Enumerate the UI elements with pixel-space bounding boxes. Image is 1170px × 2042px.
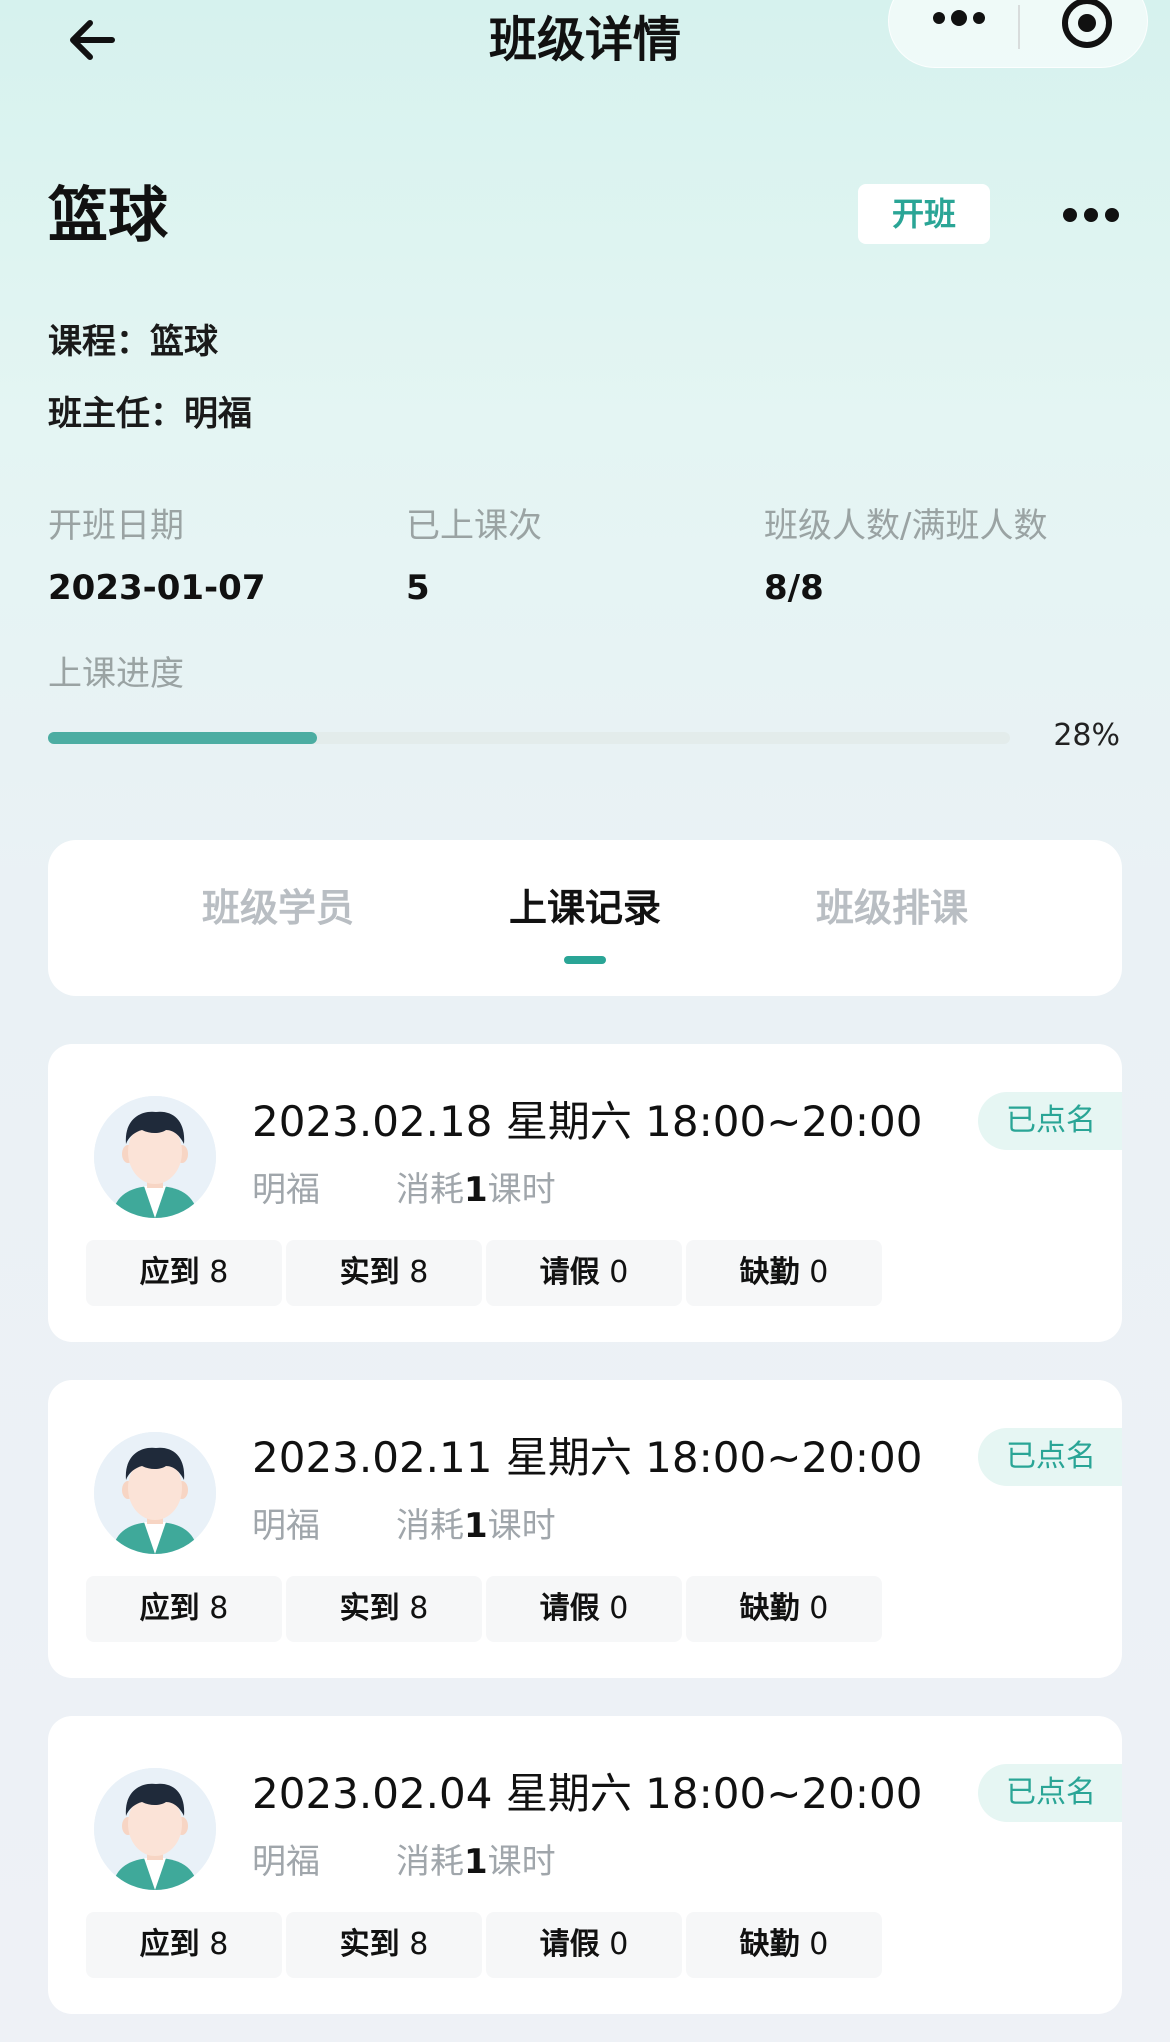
class-name: 篮球: [48, 181, 168, 251]
record-card[interactable]: 2023.02.11 星期六 18:00~20:00 明福 消耗1课时 已点名 …: [48, 1380, 1122, 1678]
open-class-button[interactable]: 开班: [858, 184, 990, 244]
attendance-value: 8: [209, 1591, 229, 1626]
consume-suffix: 课时: [487, 1842, 556, 1882]
attendance-value: 0: [809, 1927, 829, 1962]
record-datetime: 2023.02.11 星期六 18:00~20:00: [252, 1433, 923, 1482]
progress-label: 上课进度: [48, 654, 184, 694]
attendance-label: 请假: [539, 1255, 600, 1290]
attendance-label: 实到: [339, 1591, 400, 1626]
consume-number: 1: [464, 1506, 488, 1546]
attendance-label: 应到: [139, 1255, 200, 1290]
attendance-value: 0: [609, 1591, 629, 1626]
head-teacher-info: 班主任：明福: [48, 394, 252, 434]
stat-value-start-date: 2023-01-07: [48, 568, 266, 608]
stat-label-start-date: 开班日期: [48, 506, 184, 546]
attendance-present: 实到 8: [286, 1576, 482, 1642]
target-circle-icon[interactable]: [1059, 0, 1115, 51]
attendance-value: 0: [609, 1927, 629, 1962]
consume-number: 1: [464, 1842, 488, 1882]
status-badge: 已点名: [978, 1428, 1122, 1486]
stat-label-class-size: 班级人数/满班人数: [764, 506, 1048, 546]
attendance-leave: 请假 0: [486, 1240, 682, 1306]
record-teacher: 明福: [252, 1506, 320, 1546]
attendance-label: 缺勤: [739, 1255, 800, 1290]
progress-percent: 28%: [1053, 718, 1120, 753]
record-consume: 消耗1课时: [396, 1838, 556, 1886]
consume-prefix: 消耗: [396, 1842, 464, 1882]
avatar: [94, 1768, 216, 1890]
mini-program-capsule: [888, 0, 1148, 68]
attendance-value: 8: [409, 1591, 429, 1626]
attendance-value: 8: [209, 1927, 229, 1962]
attendance-expected: 应到 8: [86, 1576, 282, 1642]
progress-bar: [48, 732, 1010, 744]
avatar: [94, 1432, 216, 1554]
attendance-value: 8: [409, 1927, 429, 1962]
record-datetime: 2023.02.04 星期六 18:00~20:00: [252, 1769, 923, 1818]
record-teacher: 明福: [252, 1842, 320, 1882]
consume-prefix: 消耗: [396, 1170, 464, 1210]
navbar: 班级详情: [0, 0, 1170, 80]
attendance-value: 0: [809, 1255, 829, 1290]
attendance-label: 缺勤: [739, 1591, 800, 1626]
attendance-present: 实到 8: [286, 1912, 482, 1978]
record-datetime: 2023.02.18 星期六 18:00~20:00: [252, 1097, 923, 1146]
more-dots-icon: [1063, 208, 1119, 222]
tab-class-records[interactable]: 上课记录: [435, 880, 735, 936]
consume-suffix: 课时: [487, 1170, 556, 1210]
progress-fill: [48, 732, 318, 744]
attendance-expected: 应到 8: [86, 1240, 282, 1306]
course-info: 课程：篮球: [48, 322, 218, 362]
attendance-value: 0: [809, 1591, 829, 1626]
consume-number: 1: [464, 1170, 488, 1210]
attendance-present: 实到 8: [286, 1240, 482, 1306]
teacher-avatar-icon: [94, 1096, 216, 1218]
attendance-label: 应到: [139, 1591, 200, 1626]
attendance-leave: 请假 0: [486, 1912, 682, 1978]
attendance-label: 实到: [339, 1927, 400, 1962]
attendance-label: 应到: [139, 1927, 200, 1962]
stat-value-lessons-done: 5: [406, 568, 430, 608]
attendance-label: 缺勤: [739, 1927, 800, 1962]
stat-label-lessons-done: 已上课次: [406, 506, 542, 546]
attendance-value: 8: [409, 1255, 429, 1290]
attendance-label: 请假: [539, 1927, 600, 1962]
record-card[interactable]: 2023.02.18 星期六 18:00~20:00 明福 消耗1课时 已点名 …: [48, 1044, 1122, 1342]
active-tab-indicator: [564, 956, 606, 964]
tab-bar: 班级学员 上课记录 班级排课: [48, 840, 1122, 996]
consume-prefix: 消耗: [396, 1506, 464, 1546]
attendance-label: 请假: [539, 1591, 600, 1626]
teacher-avatar-icon: [94, 1768, 216, 1890]
status-badge: 已点名: [978, 1092, 1122, 1150]
avatar: [94, 1096, 216, 1218]
capsule-divider: [1018, 5, 1020, 49]
tab-class-schedule[interactable]: 班级排课: [742, 880, 1042, 936]
class-more-button[interactable]: [1062, 200, 1120, 230]
attendance-label: 实到: [339, 1255, 400, 1290]
attendance-expected: 应到 8: [86, 1912, 282, 1978]
record-consume: 消耗1课时: [396, 1502, 556, 1550]
attendance-absent: 缺勤 0: [686, 1912, 882, 1978]
attendance-leave: 请假 0: [486, 1576, 682, 1642]
record-teacher: 明福: [252, 1170, 320, 1210]
tab-class-students[interactable]: 班级学员: [128, 880, 428, 936]
record-card[interactable]: 2023.02.04 星期六 18:00~20:00 明福 消耗1课时 已点名 …: [48, 1716, 1122, 2014]
attendance-absent: 缺勤 0: [686, 1576, 882, 1642]
teacher-avatar-icon: [94, 1432, 216, 1554]
record-consume: 消耗1课时: [396, 1166, 556, 1214]
attendance-value: 8: [209, 1255, 229, 1290]
attendance-absent: 缺勤 0: [686, 1240, 882, 1306]
stat-value-class-size: 8/8: [764, 568, 824, 608]
more-dots-icon[interactable]: [929, 5, 989, 31]
attendance-value: 0: [609, 1255, 629, 1290]
consume-suffix: 课时: [487, 1506, 556, 1546]
status-badge: 已点名: [978, 1764, 1122, 1822]
